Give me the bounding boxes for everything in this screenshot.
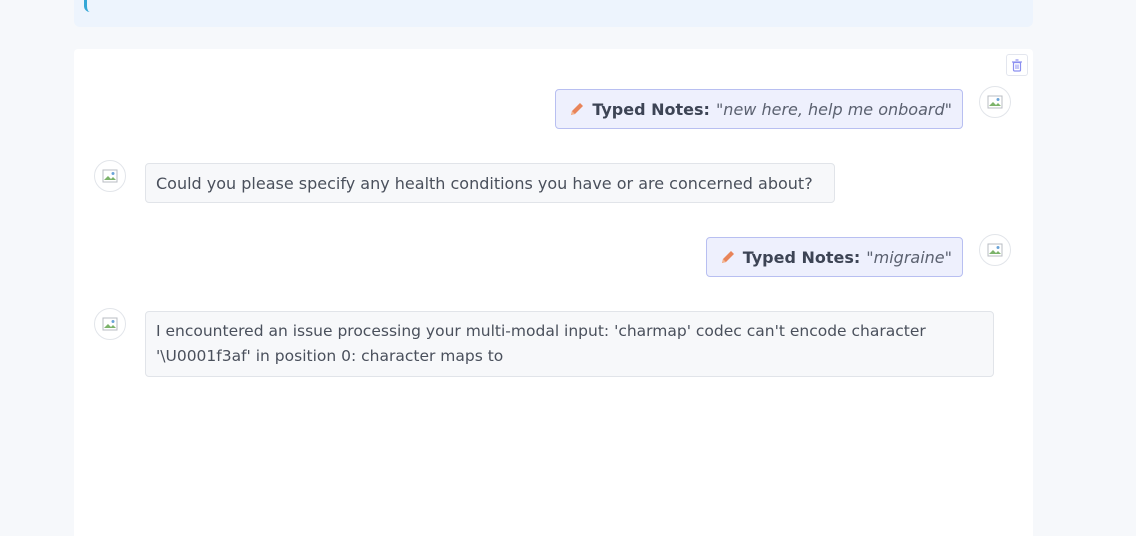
chat-panel: Typed Notes: "new here, help me onboard"…	[74, 49, 1033, 536]
user-message: Typed Notes: "migraine"	[705, 237, 963, 277]
broken-image-icon	[987, 243, 1003, 257]
assistant-avatar	[94, 308, 126, 340]
broken-image-icon	[102, 169, 118, 183]
typed-notes-label: Typed Notes:	[592, 99, 710, 119]
top-info-banner	[74, 0, 1033, 27]
clear-chat-button[interactable]	[1006, 54, 1028, 76]
banner-accent	[84, 0, 91, 12]
user-avatar	[979, 86, 1011, 118]
assistant-avatar	[94, 160, 126, 192]
user-message-text: "migraine"	[866, 247, 952, 267]
assistant-message-text: I encountered an issue processing your m…	[156, 322, 926, 365]
trash-icon	[1012, 58, 1022, 72]
pencil-icon	[721, 251, 734, 263]
assistant-message: I encountered an issue processing your m…	[145, 311, 994, 377]
broken-image-icon	[987, 95, 1003, 109]
broken-image-icon	[102, 317, 118, 331]
typed-notes-label: Typed Notes:	[742, 247, 861, 267]
user-message: Typed Notes: "new here, help me onboard"	[555, 89, 963, 129]
assistant-message: Could you please specify any health cond…	[145, 163, 835, 203]
user-avatar	[979, 234, 1011, 266]
pencil-icon	[571, 103, 584, 115]
user-message-text: "new here, help me onboard"	[715, 99, 952, 119]
assistant-message-text: Could you please specify any health cond…	[156, 174, 813, 193]
